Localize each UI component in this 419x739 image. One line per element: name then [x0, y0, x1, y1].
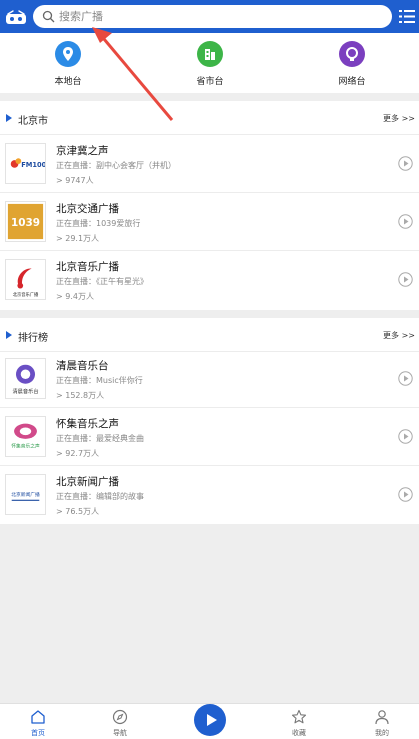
section-title: 排行榜: [18, 333, 48, 344]
station-row[interactable]: FM1006 京津冀之声 正在直播：副中心会客厅（并机） > 9747人: [0, 135, 419, 193]
tab-favorites[interactable]: 收藏: [269, 704, 329, 739]
play-circle-icon[interactable]: [398, 487, 413, 502]
station-row[interactable]: 北京新闻广播 北京新闻广播 正在直播：编辑部的故事 > 76.5万人: [0, 466, 419, 524]
listener-count: > 76.5万人: [56, 507, 100, 516]
news-radio-logo-icon: 北京新闻广播: [5, 474, 46, 515]
svg-text:1039: 1039: [11, 217, 40, 229]
category-label: 网络台: [338, 77, 366, 87]
listener-count: > 152.8万人: [56, 391, 105, 400]
station-row[interactable]: 1039 北京交通广播 正在直播：1039爱旅行 > 29.1万人: [0, 193, 419, 251]
station-live: 正在直播：Music伴你行: [56, 376, 143, 385]
svg-text:FM1006: FM1006: [21, 161, 45, 169]
listener-count: > 92.7万人: [56, 449, 100, 458]
category-local[interactable]: 本地台: [28, 41, 108, 89]
radio-app-icon[interactable]: [5, 9, 27, 25]
section-header: 北京市 更多 >>: [0, 101, 419, 135]
tab-label: 我的: [375, 729, 389, 737]
category-row: 本地台 省市台 网络台: [0, 33, 419, 93]
top-bar: [0, 0, 419, 33]
jingjinji-logo-icon: FM1006: [5, 143, 46, 184]
svg-text:怀集音乐之声: 怀集音乐之声: [11, 442, 40, 449]
search-icon: [42, 10, 55, 23]
listener-count: > 9747人: [56, 176, 94, 185]
search-input[interactable]: [59, 8, 379, 25]
station-live: 正在直播：编辑部的故事: [56, 492, 144, 501]
section-beijing: 北京市 更多 >> FM1006 京津冀之声 正在直播：副中心会客厅（并机） >…: [0, 101, 419, 310]
section-header: 排行榜 更多 >>: [0, 318, 419, 352]
station-live: 正在直播：最爱经典金曲: [56, 434, 144, 443]
station-row[interactable]: 清晨音乐台 清晨音乐台 正在直播：Music伴你行 > 152.8万人: [0, 350, 419, 408]
more-link[interactable]: 更多 >>: [383, 113, 415, 124]
station-name: 北京音乐广播: [56, 261, 119, 273]
building-icon: [197, 41, 223, 67]
play-circle-icon[interactable]: [398, 429, 413, 444]
tab-label: 收藏: [292, 729, 306, 737]
tab-label: 首页: [31, 729, 45, 737]
category-label: 省市台: [196, 77, 224, 87]
station-name: 清晨音乐台: [56, 360, 109, 372]
star-icon: [291, 709, 307, 724]
music-radio-logo-icon: 北京音乐广播: [5, 259, 46, 300]
section-marker-icon: [6, 331, 12, 339]
play-circle-icon[interactable]: [398, 214, 413, 229]
home-icon: [31, 710, 45, 724]
station-live: 正在直播：副中心会客厅（并机）: [56, 161, 176, 170]
location-pin-icon: [55, 41, 81, 67]
station-name: 北京交通广播: [56, 203, 119, 215]
traffic-radio-logo-icon: 1039: [5, 201, 46, 242]
play-icon: [207, 714, 217, 726]
section-marker-icon: [6, 114, 12, 122]
tab-home[interactable]: 首页: [8, 704, 68, 739]
category-network[interactable]: 网络台: [312, 41, 392, 89]
globe-icon: [339, 41, 365, 67]
category-province[interactable]: 省市台: [170, 41, 250, 89]
svg-text:北京音乐广播: 北京音乐广播: [13, 291, 39, 298]
station-row[interactable]: 怀集音乐之声 怀集音乐之声 正在直播：最爱经典金曲 > 92.7万人: [0, 408, 419, 466]
listener-count: > 29.1万人: [56, 234, 100, 243]
listener-count: > 9.4万人: [56, 292, 94, 301]
station-live: 正在直播：1039爱旅行: [56, 219, 141, 228]
tab-label: 导航: [113, 729, 127, 737]
morning-music-logo-icon: 清晨音乐台: [5, 358, 46, 399]
category-label: 本地台: [54, 77, 82, 87]
huaiji-music-logo-icon: 怀集音乐之声: [5, 416, 46, 457]
play-circle-icon[interactable]: [398, 272, 413, 287]
station-live: 正在直播：《正午有星光》: [56, 277, 148, 286]
section-ranking: 排行榜 更多 >> 清晨音乐台 清晨音乐台 正在直播：Music伴你行 > 15…: [0, 318, 419, 524]
tab-profile[interactable]: 我的: [352, 704, 412, 739]
svg-text:北京新闻广播: 北京新闻广播: [11, 491, 40, 498]
play-circle-icon[interactable]: [398, 156, 413, 171]
svg-text:清晨音乐台: 清晨音乐台: [12, 387, 38, 395]
play-circle-icon[interactable]: [398, 371, 413, 386]
search-bar[interactable]: [33, 5, 392, 28]
station-row[interactable]: 北京音乐广播 北京音乐广播 正在直播：《正午有星光》 > 9.4万人: [0, 251, 419, 309]
section-title: 北京市: [18, 116, 48, 127]
list-menu-icon[interactable]: [399, 9, 415, 24]
station-name: 怀集音乐之声: [56, 418, 119, 430]
station-name: 京津冀之声: [56, 145, 109, 157]
tab-navigation[interactable]: 导航: [90, 704, 150, 739]
station-name: 北京新闻广播: [56, 476, 119, 488]
center-play-button[interactable]: [194, 704, 226, 736]
more-link[interactable]: 更多 >>: [383, 330, 415, 341]
compass-icon: [112, 709, 128, 725]
user-icon: [375, 710, 389, 725]
